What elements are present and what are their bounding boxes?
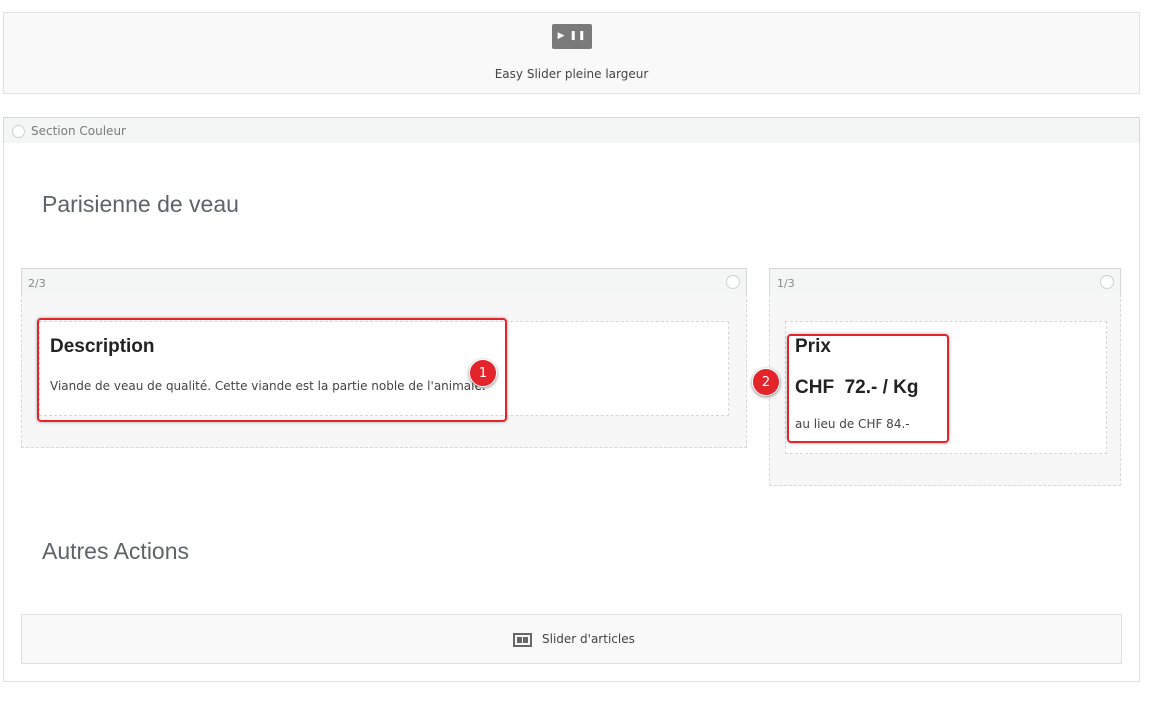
column-header-right[interactable]: 1/3	[769, 268, 1121, 295]
section-header[interactable]: Section Couleur	[3, 117, 1140, 144]
play-pause-button[interactable]: ▶ ❚❚	[552, 24, 592, 49]
slider-icon	[513, 633, 532, 647]
article-slider-block[interactable]: Slider d'articles	[21, 614, 1122, 664]
easy-slider-label: Easy Slider pleine largeur	[494, 67, 649, 81]
product-heading: Parisienne de veau	[42, 191, 239, 217]
column-select-circle-icon[interactable]	[726, 275, 740, 289]
section-select-circle-icon[interactable]	[12, 125, 25, 138]
other-actions-heading: Autres Actions	[42, 538, 190, 564]
callout-highlight-price	[787, 334, 949, 443]
column-width-label: 2/3	[28, 277, 46, 290]
article-slider-label: Slider d'articles	[542, 632, 635, 646]
column-width-label: 1/3	[777, 277, 795, 290]
easy-slider-block[interactable]: ▶ ❚❚ Easy Slider pleine largeur	[3, 12, 1140, 94]
callout-badge-2: 2	[752, 368, 780, 396]
callout-badge-1: 1	[469, 359, 497, 387]
column-header-left[interactable]: 2/3	[21, 268, 747, 295]
column-select-circle-icon[interactable]	[1100, 275, 1114, 289]
callout-highlight-description	[37, 318, 507, 422]
section-label: Section Couleur	[31, 124, 126, 138]
